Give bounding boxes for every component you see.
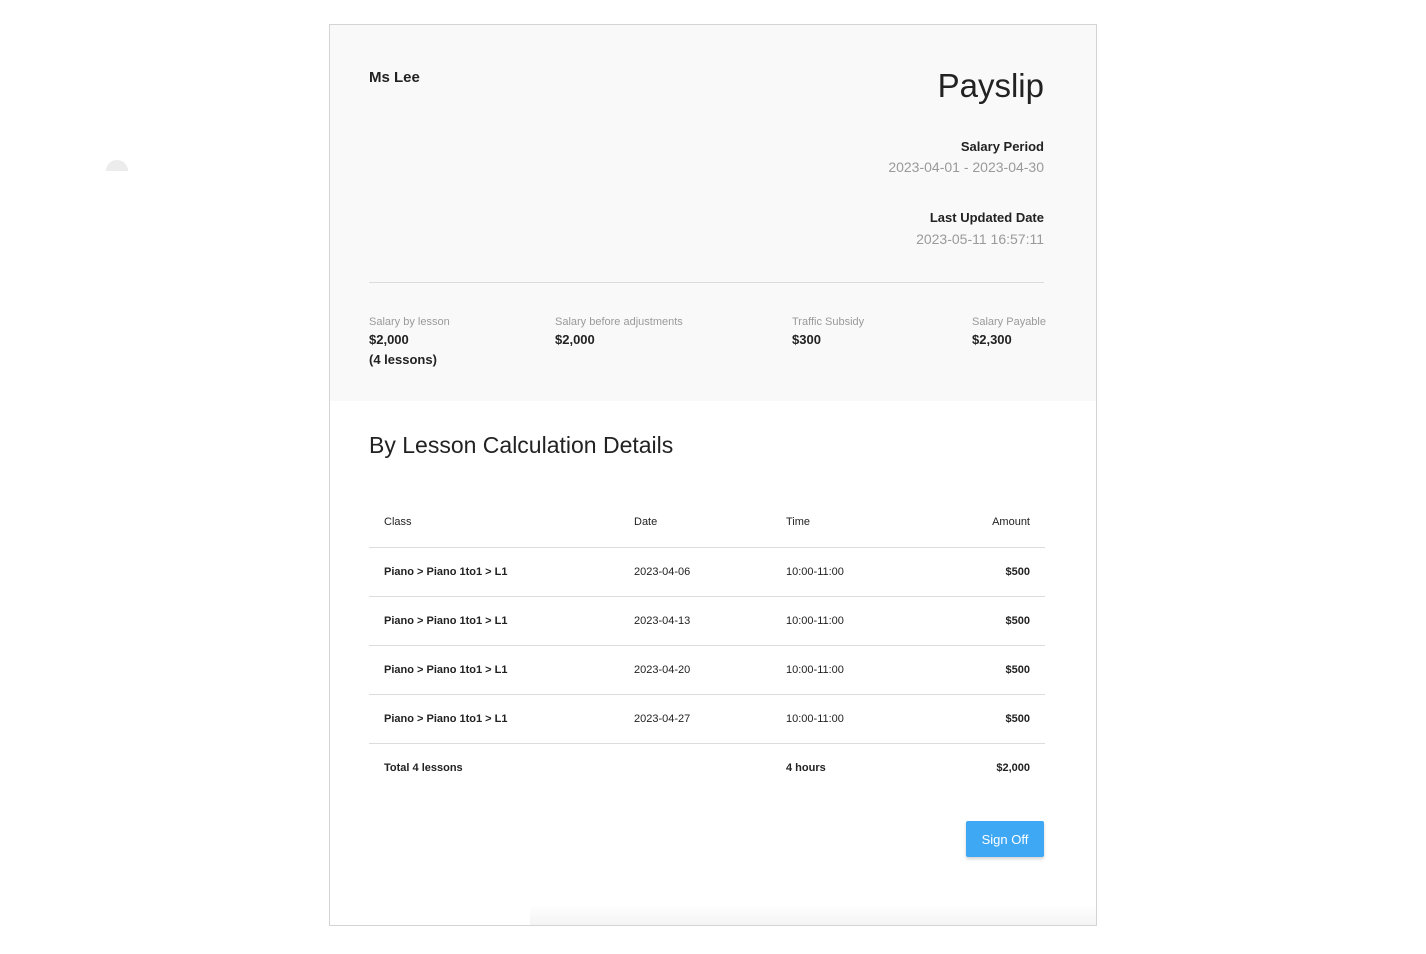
cell-date: 2023-04-06	[619, 547, 771, 597]
stat-label: Salary by lesson	[369, 316, 450, 328]
cell-time: 10:00-11:00	[771, 694, 921, 744]
table-row: Piano > Piano 1to1 > L1 2023-04-27 10:00…	[369, 694, 1045, 744]
decorative-shape	[106, 160, 128, 171]
cell-amount: $500	[921, 694, 1045, 744]
sign-off-button[interactable]: Sign Off	[966, 821, 1044, 857]
total-label: Total 4 lessons	[384, 761, 463, 774]
table-total-row: Total 4 lessons 4 hours $2,000	[369, 744, 1045, 792]
cell-date: 2023-04-27	[619, 694, 771, 744]
page-title: Payslip	[937, 67, 1044, 104]
total-date-empty	[619, 744, 771, 792]
stat-traffic-subsidy: Traffic Subsidy $300	[792, 315, 864, 350]
column-header-time: Time	[771, 496, 921, 548]
cell-amount: $500	[921, 645, 1045, 695]
payslip-summary: Ms Lee Payslip Salary Period 2023-04-01 …	[330, 25, 1096, 401]
salary-period-label: Salary Period	[960, 139, 1044, 154]
cell-time: 10:00-11:00	[771, 645, 921, 695]
stat-value: $2,300	[972, 332, 1012, 347]
cell-class: Piano > Piano 1to1 > L1	[369, 645, 619, 695]
cell-date: 2023-04-20	[619, 645, 771, 695]
cell-date: 2023-04-13	[619, 596, 771, 646]
bottom-shadow	[530, 905, 1096, 925]
divider	[369, 282, 1044, 283]
stat-value: $2,000	[555, 332, 595, 347]
cell-class: Piano > Piano 1to1 > L1	[369, 694, 619, 744]
cell-time: 10:00-11:00	[771, 547, 921, 597]
table-row: Piano > Piano 1to1 > L1 2023-04-20 10:00…	[369, 645, 1045, 695]
stat-value: $2,000	[369, 332, 409, 347]
column-header-amount: Amount	[921, 496, 1045, 548]
lesson-details-section: By Lesson Calculation Details Class Date…	[330, 401, 1096, 925]
stat-label: Salary before adjustments	[555, 316, 683, 328]
total-amount: $2,000	[996, 761, 1030, 774]
last-updated-label: Last Updated Date	[929, 210, 1044, 225]
cell-time: 10:00-11:00	[771, 596, 921, 646]
column-header-date: Date	[619, 496, 771, 548]
stat-lesson-count: (4 lessons)	[369, 352, 437, 367]
teacher-name: Ms Lee	[369, 69, 420, 86]
column-header-class: Class	[369, 496, 619, 548]
stat-salary-by-lesson: Salary by lesson $2,000 (4 lessons)	[369, 315, 450, 370]
cell-class: Piano > Piano 1to1 > L1	[369, 547, 619, 597]
salary-period-value: 2023-04-01 - 2023-04-30	[888, 159, 1044, 175]
stat-salary-before-adjustments: Salary before adjustments $2,000	[555, 315, 683, 350]
cell-class: Piano > Piano 1to1 > L1	[369, 596, 619, 646]
lesson-table: Class Date Time Amount Piano > Piano 1to…	[369, 496, 1045, 791]
stat-salary-payable: Salary Payable $2,300	[972, 315, 1046, 350]
stat-label: Salary Payable	[972, 316, 1046, 328]
total-time: 4 hours	[786, 761, 826, 774]
table-row: Piano > Piano 1to1 > L1 2023-04-13 10:00…	[369, 596, 1045, 646]
cell-amount: $500	[921, 547, 1045, 597]
table-header-row: Class Date Time Amount	[369, 496, 1045, 548]
table-row: Piano > Piano 1to1 > L1 2023-04-06 10:00…	[369, 547, 1045, 597]
cell-amount: $500	[921, 596, 1045, 646]
section-title: By Lesson Calculation Details	[369, 432, 674, 458]
stat-label: Traffic Subsidy	[792, 316, 865, 328]
payslip-card: Ms Lee Payslip Salary Period 2023-04-01 …	[329, 24, 1097, 926]
last-updated-value: 2023-05-11 16:57:11	[916, 231, 1044, 247]
stat-value: $300	[792, 332, 821, 347]
